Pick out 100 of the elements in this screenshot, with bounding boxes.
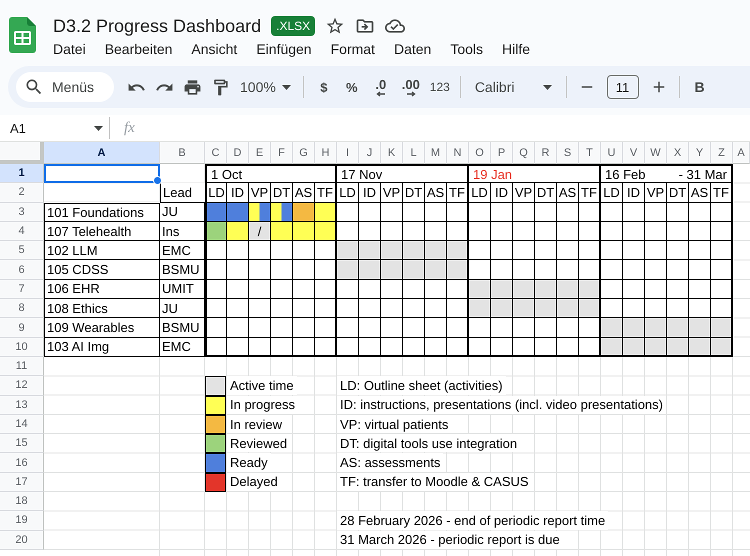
menu-item[interactable]: Bearbeiten bbox=[104, 41, 172, 57]
row-header[interactable]: 8 bbox=[0, 299, 44, 318]
menu-item[interactable]: Datei bbox=[53, 41, 86, 57]
status-cell bbox=[689, 318, 711, 338]
row-header[interactable]: 11 bbox=[0, 356, 44, 376]
search-menus-field[interactable]: Menüs bbox=[16, 72, 114, 102]
activity-header: AS bbox=[293, 183, 315, 203]
document-title[interactable]: D3.2 Progress Dashboard bbox=[53, 16, 262, 36]
status-cell bbox=[337, 202, 359, 222]
row-header[interactable]: 14 bbox=[0, 414, 44, 434]
column-header[interactable]: E bbox=[249, 142, 271, 164]
row-header[interactable]: 3 bbox=[0, 202, 44, 222]
row-header[interactable]: 19 bbox=[0, 511, 44, 531]
status-cell bbox=[557, 241, 579, 260]
row-header[interactable]: 7 bbox=[0, 280, 44, 300]
column-header[interactable]: F bbox=[271, 142, 293, 164]
column-header[interactable]: G bbox=[293, 142, 315, 164]
column-header[interactable]: S bbox=[557, 142, 579, 164]
column-header[interactable]: C bbox=[205, 142, 227, 164]
menu-item[interactable]: Tools bbox=[450, 41, 483, 57]
number-format-button[interactable]: 123 bbox=[426, 73, 454, 101]
row-header[interactable]: 18 bbox=[0, 492, 44, 512]
column-header[interactable]: Q bbox=[513, 142, 535, 164]
column-header[interactable]: B bbox=[160, 142, 205, 164]
status-cell bbox=[381, 338, 403, 357]
row-header[interactable]: 17 bbox=[0, 472, 44, 492]
sheets-logo-icon[interactable] bbox=[9, 17, 36, 53]
font-dropdown[interactable]: Calibri bbox=[466, 73, 560, 101]
status-cell bbox=[227, 241, 249, 260]
column-header[interactable]: T bbox=[579, 142, 601, 164]
row-header[interactable]: 9 bbox=[0, 318, 44, 338]
menu-item[interactable]: Format bbox=[330, 41, 375, 57]
column-header[interactable]: H bbox=[315, 142, 337, 164]
row-header[interactable]: 2 bbox=[0, 183, 44, 203]
status-cell bbox=[425, 338, 447, 357]
status-cell bbox=[425, 318, 447, 338]
column-header[interactable]: J bbox=[359, 142, 381, 164]
column-header[interactable]: K bbox=[381, 142, 403, 164]
row-header[interactable]: 12 bbox=[0, 376, 44, 396]
currency-button[interactable]: $ bbox=[310, 73, 338, 101]
increase-decimals-button[interactable]: .00 bbox=[396, 73, 426, 101]
column-header[interactable]: U bbox=[601, 142, 623, 164]
status-cell bbox=[205, 222, 227, 242]
menu-item[interactable]: Hilfe bbox=[502, 41, 530, 57]
status-cell bbox=[315, 318, 337, 338]
menu-item[interactable]: Ansicht bbox=[191, 41, 238, 57]
decrease-decimals-button[interactable]: .0 bbox=[366, 73, 396, 101]
column-header[interactable]: D bbox=[227, 142, 249, 164]
status-cell bbox=[513, 280, 535, 300]
row-header[interactable]: 16 bbox=[0, 453, 44, 473]
row-header[interactable]: 6 bbox=[0, 260, 44, 280]
status-cell bbox=[689, 280, 711, 300]
row-header[interactable]: 1 bbox=[0, 164, 44, 184]
row-header[interactable]: 5 bbox=[0, 241, 44, 260]
column-header[interactable]: X bbox=[667, 142, 689, 164]
status-cell bbox=[271, 299, 293, 318]
period-label: 1 Oct bbox=[211, 166, 242, 182]
status-cell bbox=[491, 241, 513, 260]
column-header[interactable]: P bbox=[491, 142, 513, 164]
row-header[interactable]: 10 bbox=[0, 338, 44, 357]
column-header[interactable]: O bbox=[469, 142, 491, 164]
row-header[interactable]: 20 bbox=[0, 530, 44, 550]
menu-item[interactable]: Einfügen bbox=[256, 41, 312, 57]
column-header[interactable]: A bbox=[44, 142, 160, 164]
file-type-badge: .XLSX bbox=[271, 16, 316, 36]
column-header[interactable]: W bbox=[645, 142, 667, 164]
font-size-field[interactable]: 11 bbox=[606, 75, 638, 99]
column-header[interactable]: M bbox=[425, 142, 447, 164]
row-header[interactable]: 4 bbox=[0, 222, 44, 242]
status-cell bbox=[645, 222, 667, 242]
star-icon[interactable] bbox=[325, 16, 346, 36]
column-header[interactable]: Z bbox=[711, 142, 733, 164]
menu-item[interactable]: Daten bbox=[394, 41, 432, 57]
module-name-cell: 105 CDSS bbox=[44, 260, 160, 280]
column-header[interactable]: I bbox=[337, 142, 359, 164]
column-header[interactable]: L bbox=[403, 142, 425, 164]
column-header[interactable]: A bbox=[733, 142, 750, 164]
print-icon[interactable] bbox=[182, 78, 202, 96]
status-cell bbox=[337, 318, 359, 338]
selected-cell[interactable] bbox=[44, 164, 160, 184]
status-cell bbox=[469, 202, 491, 222]
fill-handle[interactable] bbox=[153, 176, 162, 186]
status-cell bbox=[359, 318, 381, 338]
status-cell bbox=[623, 241, 645, 260]
row-header[interactable]: 15 bbox=[0, 434, 44, 454]
bold-button[interactable]: B bbox=[686, 73, 714, 101]
status-cell bbox=[623, 260, 645, 280]
status-cell bbox=[667, 338, 689, 357]
column-header[interactable]: Y bbox=[689, 142, 711, 164]
name-box[interactable]: A1 bbox=[0, 120, 88, 136]
column-header[interactable]: N bbox=[447, 142, 469, 164]
period-label: 17 Nov bbox=[341, 166, 382, 182]
status-cell bbox=[711, 202, 733, 222]
status-cell bbox=[293, 299, 315, 318]
percent-button[interactable]: % bbox=[338, 73, 366, 101]
zoom-dropdown[interactable]: 100% bbox=[234, 73, 297, 101]
column-header[interactable]: R bbox=[535, 142, 557, 164]
row-header[interactable]: 13 bbox=[0, 396, 44, 415]
column-header[interactable]: V bbox=[623, 142, 645, 164]
status-cell bbox=[337, 241, 359, 260]
